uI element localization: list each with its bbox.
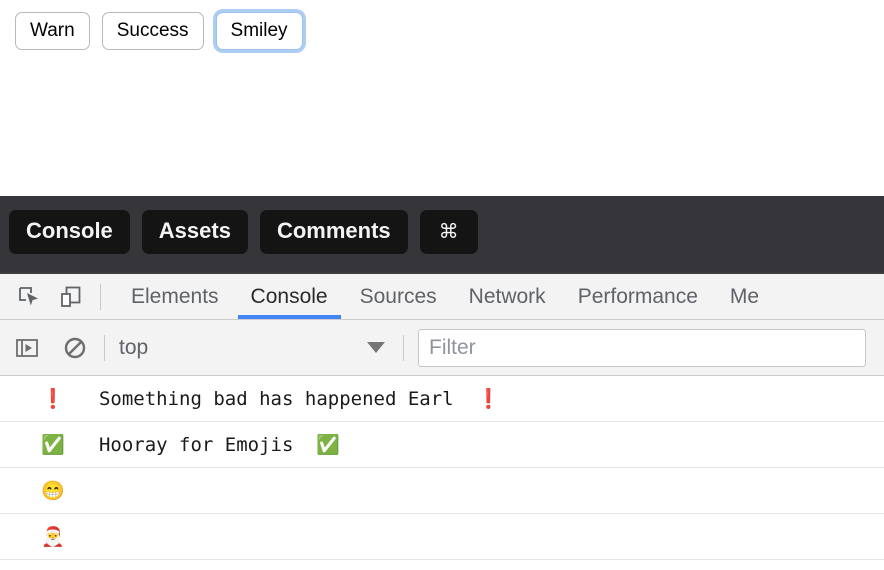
console-sidebar-icon[interactable] xyxy=(12,333,42,363)
command-icon[interactable]: ⌘ xyxy=(419,210,478,254)
console-toolbar-divider xyxy=(104,334,105,361)
console-message-row[interactable]: ❗ Something bad has happened Earl ❗ xyxy=(0,376,884,422)
chevron-down-icon xyxy=(367,342,385,353)
app-console-button[interactable]: Console xyxy=(9,210,130,254)
page-button-group: Warn Success Smiley xyxy=(15,12,303,50)
tab-performance[interactable]: Performance xyxy=(562,274,714,319)
tab-sources[interactable]: Sources xyxy=(344,274,453,319)
tab-memory[interactable]: Me xyxy=(714,274,775,319)
smiley-button[interactable]: Smiley xyxy=(215,12,303,50)
tab-elements[interactable]: Elements xyxy=(115,274,235,319)
console-message-row[interactable]: ✅ Hooray for Emojis ✅ xyxy=(0,422,884,468)
console-message-row[interactable]: 🎅 xyxy=(0,514,884,560)
filter-input[interactable] xyxy=(418,328,866,367)
console-message-list[interactable]: ❗ Something bad has happened Earl ❗ ✅ Ho… xyxy=(0,376,884,570)
tab-console[interactable]: Console xyxy=(235,274,344,319)
app-comments-button[interactable]: Comments xyxy=(259,210,408,254)
app-toolbar-buttons: Console Assets Comments ⌘ xyxy=(9,210,478,254)
execution-context-value: top xyxy=(119,335,149,359)
app-toolbar: Console Assets Comments ⌘ xyxy=(0,196,884,272)
clear-console-icon[interactable] xyxy=(60,333,90,363)
app-assets-button[interactable]: Assets xyxy=(141,210,248,254)
web-page-viewport: Warn Success Smiley xyxy=(0,0,884,196)
execution-context-dropdown[interactable]: top xyxy=(119,336,389,360)
device-toolbar-icon[interactable] xyxy=(56,282,86,312)
filter-divider xyxy=(403,334,404,361)
tabstrip-divider xyxy=(100,283,101,310)
success-button[interactable]: Success xyxy=(101,12,204,50)
console-message-row[interactable]: 😁 xyxy=(0,468,884,514)
devtools-tabstrip: Elements Console Sources Network Perform… xyxy=(0,274,884,320)
devtools-panel: Elements Console Sources Network Perform… xyxy=(0,272,884,570)
console-toolbar: top xyxy=(0,320,884,376)
inspect-element-icon[interactable] xyxy=(14,282,44,312)
tab-network[interactable]: Network xyxy=(453,274,562,319)
warn-button[interactable]: Warn xyxy=(15,12,90,50)
